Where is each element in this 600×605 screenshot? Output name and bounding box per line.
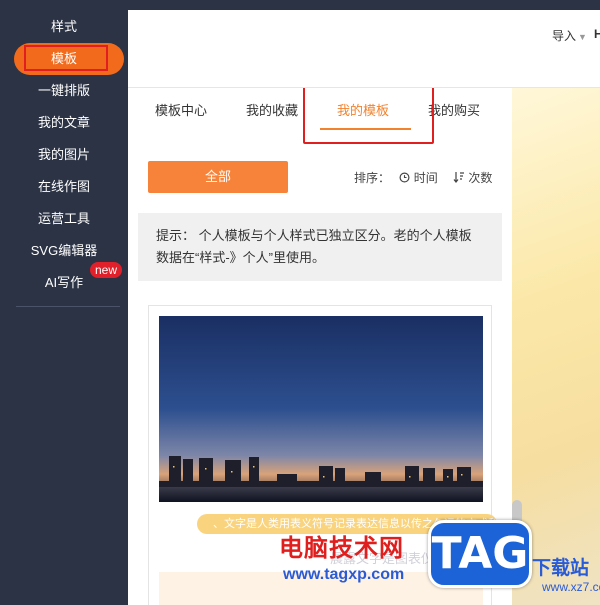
caret-down-icon: ▼ [578,32,587,42]
sidebar-item-style[interactable]: 样式 [0,15,128,39]
sort-by-count[interactable]: 次数 [453,171,498,185]
tab-highlight-box [303,88,434,144]
sort-option-label: 次数 [468,171,493,185]
sidebar-item-my-articles[interactable]: 我的文章 [0,111,128,135]
top-strip [128,0,600,10]
clock-icon [399,172,410,183]
sidebar-divider [16,306,120,307]
sort-desc-icon [453,172,465,183]
sidebar-item-label: SVG编辑器 [30,243,98,258]
sidebar-item-label: AI写作 [44,275,84,290]
sidebar-item-svg-editor[interactable]: SVG编辑器 [0,239,128,263]
sidebar-item-label: 运营工具 [37,211,90,226]
watermark-url: www.tagxp.com [283,566,405,583]
watermark-brand: 电脑技术网 [279,534,404,562]
left-sidebar: 样式 模板 一键排版 我的文章 我的图片 在线作图 运营工具 SVG编辑器 AI… [0,0,128,605]
sidebar-item-label: 我的图片 [37,147,90,162]
sidebar-item-operation-tools[interactable]: 运营工具 [0,207,128,231]
sidebar-item-one-click-layout[interactable]: 一键排版 [0,79,128,103]
notice-box: 提示： 个人模板与个人样式已独立区分。老的个人模板数据在“样式-》个人”里使用。 [138,213,502,281]
sidebar-item-label: 我的文章 [37,115,90,130]
sort-label: 排序： [354,171,391,185]
sidebar-item-my-images[interactable]: 我的图片 [0,143,128,167]
import-button[interactable]: 导入 ▼ [552,27,587,44]
watermark-site-url: www.xz7.com [542,580,600,594]
filter-all-button[interactable]: 全部 [148,161,288,193]
city-night-skyline-image [159,316,483,502]
header-bar: 导入 ▼ H [128,10,600,88]
header-truncated-label: H [594,27,600,41]
watermark-site: 下载站 [532,557,590,579]
sort-by-time[interactable]: 时间 [399,171,447,185]
sidebar-item-label: 一键排版 [37,83,90,98]
tab-my-favorites[interactable]: 我的收藏 [246,100,298,119]
tab-my-purchases[interactable]: 我的购买 [428,100,480,119]
tab-template-center[interactable]: 模板中心 [155,100,207,119]
sidebar-item-online-drawing[interactable]: 在线作图 [0,175,128,199]
sidebar-item-ai-writing[interactable]: AI写作 new [0,262,128,295]
sidebar-item-label: 模板 [50,51,77,66]
sidebar-item-label: 在线作图 [37,179,90,194]
sort-controls: 排序： 时间 次数 [354,169,504,186]
new-badge: new [90,262,123,278]
sort-option-label: 时间 [413,171,438,185]
watermark-logo: TAG [428,520,532,588]
import-label: 导入 [552,29,577,43]
sidebar-item-label: 样式 [50,19,77,34]
sidebar-item-template[interactable]: 模板 [0,43,128,75]
